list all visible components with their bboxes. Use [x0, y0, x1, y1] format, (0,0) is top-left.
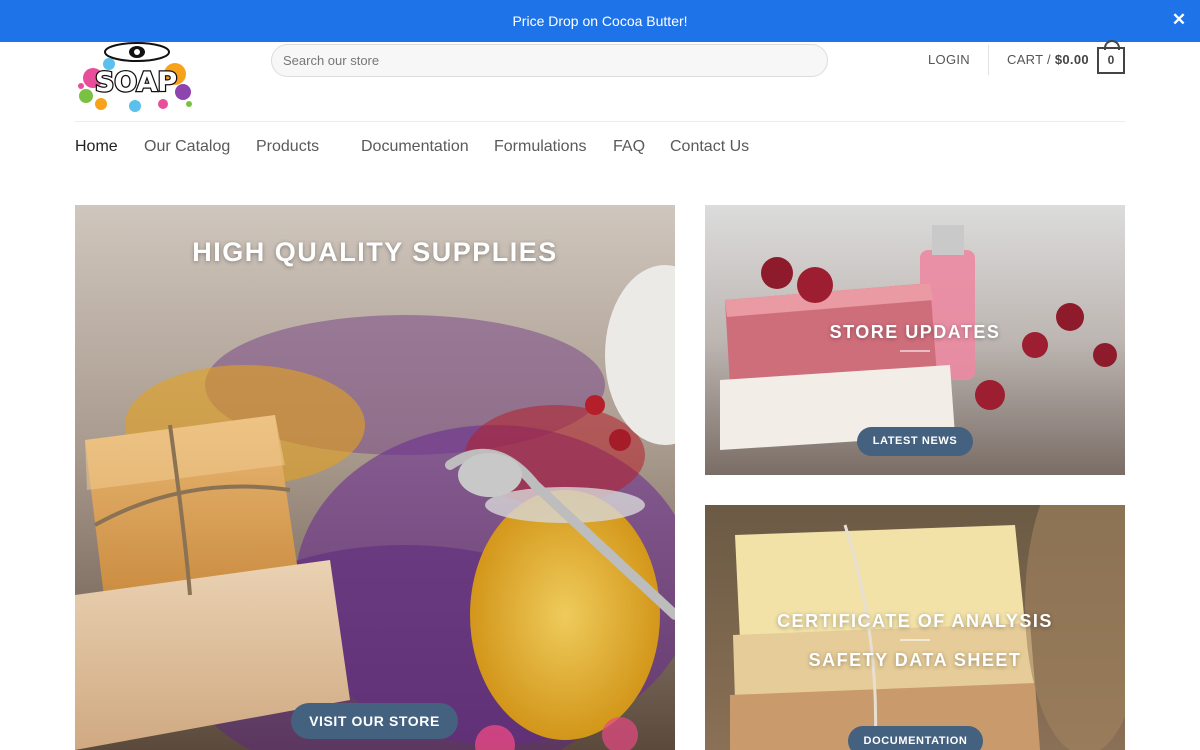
visit-store-button[interactable]: VISIT OUR STORE [291, 703, 458, 739]
logo[interactable]: SOAP [75, 42, 197, 112]
store-updates-title: STORE UPDATES [829, 322, 1001, 342]
hero-banner[interactable]: HIGH QUALITY SUPPLIES VISIT OUR STORE [75, 205, 675, 750]
search-input[interactable] [271, 44, 828, 77]
cart-label: CART / [1007, 52, 1051, 67]
divider [988, 45, 989, 75]
close-icon[interactable]: ✕ [1170, 11, 1188, 29]
nav-documentation[interactable]: Documentation [361, 138, 469, 156]
nav-our-catalog[interactable]: Our Catalog [144, 138, 230, 156]
cart-total: $0.00 [1054, 52, 1089, 67]
nav-home[interactable]: Home [75, 138, 118, 156]
coa-title: CERTIFICATE OF ANALYSIS [777, 611, 1053, 631]
header-divider [75, 121, 1125, 122]
store-updates-banner[interactable]: STORE UPDATES LATEST NEWS [705, 205, 1125, 475]
cart-count-icon[interactable]: 0 [1097, 40, 1125, 74]
hero-title: HIGH QUALITY SUPPLIES [192, 237, 558, 267]
title-underline [900, 639, 930, 641]
announcement-text[interactable]: Price Drop on Cocoa Butter! [512, 13, 687, 29]
documentation-banner[interactable]: CERTIFICATE OF ANALYSIS SAFETY DATA SHEE… [705, 505, 1125, 750]
nav-products[interactable]: Products [256, 138, 319, 156]
login-link[interactable]: LOGIN [928, 52, 970, 67]
announcement-bar: Price Drop on Cocoa Butter! ✕ [0, 0, 1200, 42]
sds-title: SAFETY DATA SHEET [808, 650, 1022, 670]
nav-contact-us[interactable]: Contact Us [670, 138, 749, 156]
latest-news-button[interactable]: LATEST NEWS [857, 427, 973, 456]
documentation-button[interactable]: DOCUMENTATION [848, 726, 983, 750]
hero-image [75, 205, 675, 750]
title-underline [900, 350, 930, 352]
nav-formulations[interactable]: Formulations [494, 138, 586, 156]
logo-graphic: SOAP [78, 42, 192, 112]
logo-text: SOAP [95, 67, 177, 98]
cart-link[interactable]: CART / $0.00 [1007, 52, 1089, 67]
nav-faq[interactable]: FAQ [613, 138, 645, 156]
